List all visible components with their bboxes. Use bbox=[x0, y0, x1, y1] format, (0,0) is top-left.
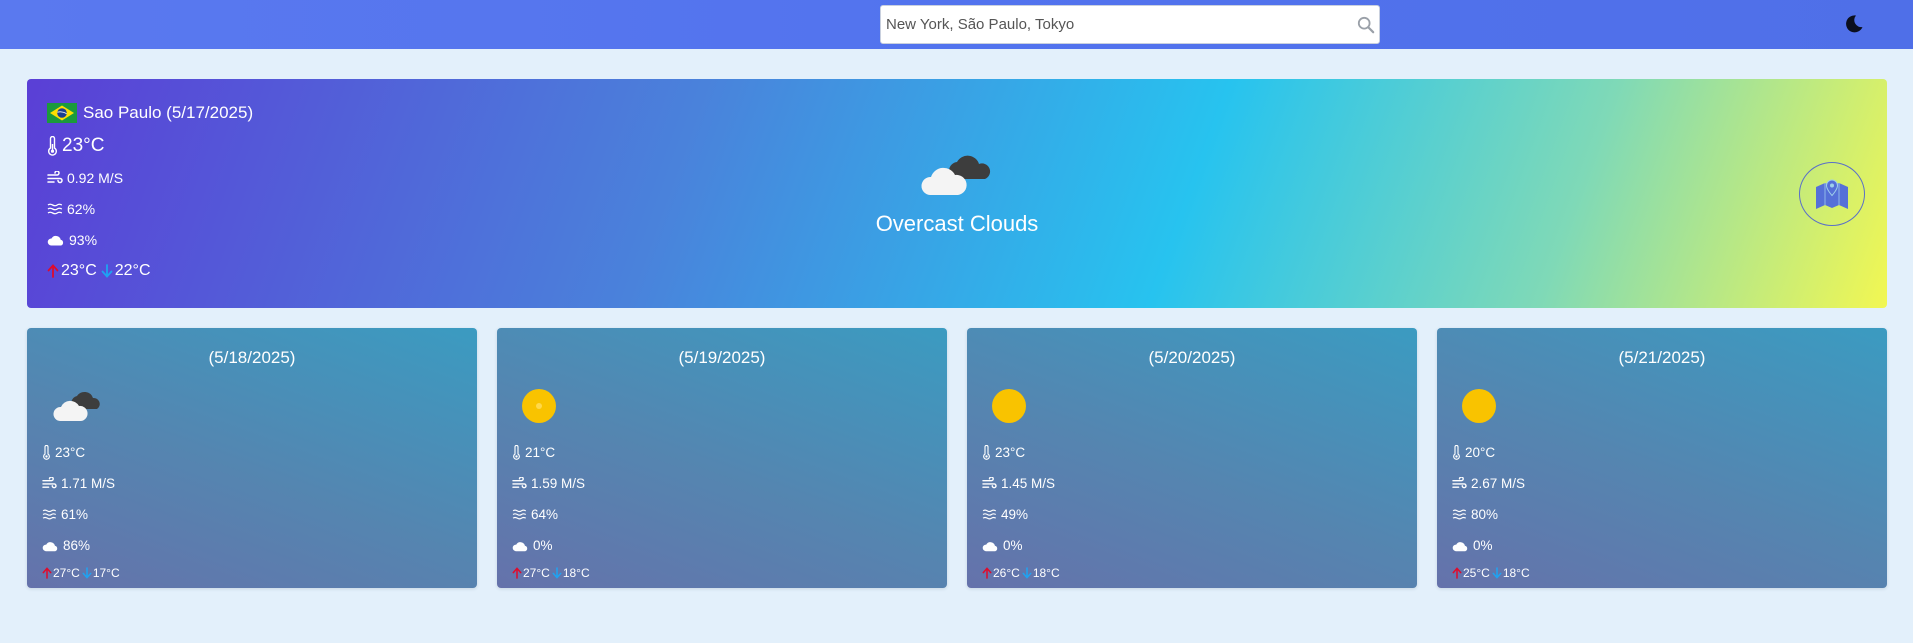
forecast-date: (5/18/2025) bbox=[208, 348, 296, 367]
forecast-min-temperature: 18°C bbox=[562, 566, 590, 580]
wind-icon bbox=[982, 477, 997, 489]
humidity-icon bbox=[42, 509, 57, 520]
forecast-wind-speed: 1.45 M/S bbox=[1001, 476, 1056, 491]
forecast-cloudiness: 0% bbox=[1003, 538, 1023, 553]
forecast-max-temperature: 26°C bbox=[993, 566, 1020, 580]
forecast-temperature: 20°C bbox=[1465, 445, 1496, 460]
current-max-temperature: 23°C bbox=[61, 261, 97, 279]
arrow-down-icon bbox=[82, 567, 92, 579]
current-city-date: Sao Paulo (5/17/2025) bbox=[83, 103, 254, 122]
arrow-down-icon bbox=[1022, 567, 1032, 579]
search-input[interactable] bbox=[881, 6, 1341, 43]
humidity-icon bbox=[982, 509, 997, 520]
forecast-min-temperature: 18°C bbox=[1032, 566, 1060, 580]
cloud-icon bbox=[42, 541, 58, 551]
top-bar bbox=[0, 0, 1913, 49]
map-icon bbox=[1816, 179, 1848, 209]
forecast-temperature: 23°C bbox=[995, 445, 1026, 460]
brazil-flag-icon bbox=[47, 103, 77, 123]
arrow-down-icon bbox=[1492, 567, 1502, 579]
arrow-down-icon bbox=[101, 263, 113, 278]
forecast-wind-speed: 2.67 M/S bbox=[1471, 476, 1526, 491]
humidity-icon bbox=[512, 509, 527, 520]
forecast-card: (5/21/2025) 20°C 2.67 M/S 80% 0% 25°C 18°… bbox=[1437, 328, 1887, 588]
cloud-icon bbox=[512, 541, 528, 551]
forecast-date: (5/20/2025) bbox=[1148, 348, 1236, 367]
cloud-icon bbox=[1452, 541, 1468, 551]
forecast-details: 23°C 1.71 M/S 61% 86% 27°C 17°C bbox=[42, 437, 120, 585]
forecast-min-temperature: 18°C bbox=[1502, 566, 1530, 580]
thermometer-icon bbox=[983, 445, 990, 460]
forecast-details: 23°C 1.45 M/S 49% 0% 26°C 18°C bbox=[982, 437, 1060, 585]
sun-icon bbox=[992, 389, 1026, 423]
thermometer-icon bbox=[513, 445, 520, 460]
cloud-icon bbox=[53, 391, 100, 421]
arrow-up-icon bbox=[42, 567, 52, 579]
forecast-cloudiness: 86% bbox=[63, 538, 91, 553]
forecast-wind-speed: 1.59 M/S bbox=[531, 476, 586, 491]
cloud-icon bbox=[982, 541, 998, 551]
wind-icon bbox=[512, 477, 527, 489]
thermometer-icon bbox=[43, 445, 50, 460]
forecast-humidity: 64% bbox=[531, 507, 559, 522]
forecast-temperature: 23°C bbox=[55, 445, 86, 460]
arrow-up-icon bbox=[982, 567, 992, 579]
sun-icon bbox=[522, 389, 556, 423]
overcast-clouds-icon bbox=[921, 155, 991, 195]
forecast-card: (5/19/2025) 21°C 1.59 M/S 64% 0% 27°C 18°… bbox=[497, 328, 947, 588]
arrow-up-icon bbox=[47, 263, 59, 278]
thermometer-icon bbox=[1453, 445, 1460, 460]
search-box bbox=[880, 5, 1380, 44]
dark-mode-toggle-icon[interactable] bbox=[1844, 14, 1864, 34]
forecast-min-temperature: 17°C bbox=[92, 566, 120, 580]
forecast-cloudiness: 0% bbox=[1473, 538, 1493, 553]
wind-icon bbox=[42, 477, 57, 489]
arrow-up-icon bbox=[1452, 567, 1462, 579]
forecast-temperature: 21°C bbox=[525, 445, 556, 460]
forecast-cloudiness: 0% bbox=[533, 538, 553, 553]
current-min-temperature: 22°C bbox=[114, 261, 151, 279]
current-weather-card: Sao Paulo (5/17/2025) 23°C 0.92 M/S 62% … bbox=[27, 79, 1887, 308]
current-condition-description: Overcast Clouds bbox=[875, 211, 1039, 236]
arrow-down-icon bbox=[552, 567, 562, 579]
forecast-max-temperature: 27°C bbox=[53, 566, 80, 580]
forecast-wind-speed: 1.71 M/S bbox=[61, 476, 116, 491]
forecast-max-temperature: 25°C bbox=[1463, 566, 1490, 580]
forecast-humidity: 80% bbox=[1471, 507, 1499, 522]
map-button[interactable] bbox=[1799, 162, 1865, 226]
humidity-icon bbox=[1452, 509, 1467, 520]
forecast-card: (5/18/2025) 23°C 1.71 M/S 61% 86% 27°C 17… bbox=[27, 328, 477, 588]
sun-icon bbox=[1462, 389, 1496, 423]
forecast-max-temperature: 27°C bbox=[523, 566, 550, 580]
current-condition: Overcast Clouds bbox=[27, 149, 1887, 237]
arrow-up-icon bbox=[512, 567, 522, 579]
forecast-details: 21°C 1.59 M/S 64% 0% 27°C 18°C bbox=[512, 437, 590, 585]
forecast-humidity: 49% bbox=[1001, 507, 1029, 522]
forecast-date: (5/19/2025) bbox=[678, 348, 766, 367]
forecast-card: (5/20/2025) 23°C 1.45 M/S 49% 0% 26°C 18°… bbox=[967, 328, 1417, 588]
forecast-details: 20°C 2.67 M/S 80% 0% 25°C 18°C bbox=[1452, 437, 1530, 585]
wind-icon bbox=[1452, 477, 1467, 489]
search-icon[interactable] bbox=[1357, 16, 1375, 34]
forecast-date: (5/21/2025) bbox=[1618, 348, 1706, 367]
forecast-humidity: 61% bbox=[61, 507, 89, 522]
